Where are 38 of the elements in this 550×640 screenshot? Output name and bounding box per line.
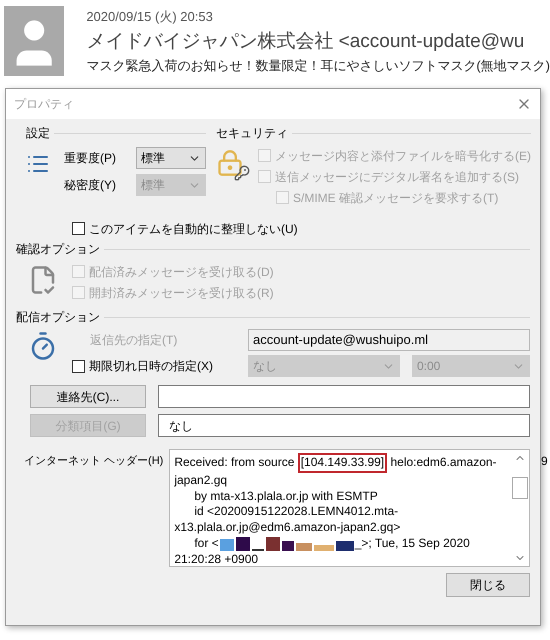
- field-label: 返信先の指定(T): [89, 332, 178, 349]
- field-label: 秘密度(Y): [64, 177, 117, 194]
- close-button[interactable]: 閉じる: [446, 573, 530, 597]
- email-subject: マスク緊急入荷のお知らせ！数量限定！耳にやさしいソフトマスク(無地マスク): [86, 57, 550, 75]
- lock-key-icon: [216, 149, 250, 181]
- header-text: for <: [193, 536, 219, 552]
- header-text: helo:edm6.amazon-: [389, 455, 497, 471]
- internet-header-field[interactable]: [169, 449, 530, 567]
- checkbox-label: 開封済みメッセージを受け取る(R): [89, 284, 274, 302]
- header-text: 21:20:28 +0900: [174, 552, 258, 566]
- field-label: インターネット ヘッダー(H): [24, 454, 164, 469]
- section-heading: 設定: [26, 125, 50, 142]
- field-label: 重要度(P): [64, 150, 117, 167]
- action-button[interactable]: 連絡先(C)...: [30, 385, 146, 408]
- email-sender: メイドバイジャパン株式会社 <account-update@wu: [86, 30, 526, 54]
- checkbox[interactable]: [72, 222, 85, 235]
- email-date: 2020/09/15 (火) 20:53: [86, 8, 214, 26]
- dialog-title: プロパティ: [14, 96, 74, 113]
- highlighted-ip-text: [104.149.33.99]: [298, 453, 388, 473]
- header-text: japan2.gq: [174, 472, 228, 489]
- checkbox-label: 送信メッセージにデジタル署名を追加する(S): [275, 168, 519, 186]
- text-field[interactable]: [158, 385, 530, 408]
- header-text: id <20200915122028.LEMN4012.mta-: [193, 504, 398, 520]
- header-text: Received: from source: [174, 455, 296, 471]
- background-text: 9: [541, 453, 548, 470]
- checkbox-label: S/MIME 確認メッセージを要求する(T): [293, 190, 498, 206]
- header-text: _>; Tue, 15 Sep 2020: [354, 536, 470, 552]
- header-text: by mta-x13.plala.or.jp with ESMTP: [193, 488, 378, 504]
- dropdown[interactable]: 標準: [136, 147, 206, 169]
- section-heading: セキュリティ: [216, 125, 288, 142]
- section-heading: 配信オプション: [16, 309, 100, 326]
- scrollbar-thumb[interactable]: [512, 477, 528, 499]
- checkbox-label: 配信済みメッセージを受け取る(D): [89, 264, 274, 280]
- checkbox-label: 期限切れ日時の指定(X): [89, 358, 213, 375]
- header-text: x13.plala.or.jp@edm6.amazon-japan2.gq>: [174, 520, 400, 536]
- checkbox-label: メッセージ内容と添付ファイルを暗号化する(E): [275, 148, 531, 164]
- section-heading: 確認オプション: [16, 241, 100, 258]
- checkbox-label: このアイテムを自動的に整理しない(U): [89, 220, 298, 238]
